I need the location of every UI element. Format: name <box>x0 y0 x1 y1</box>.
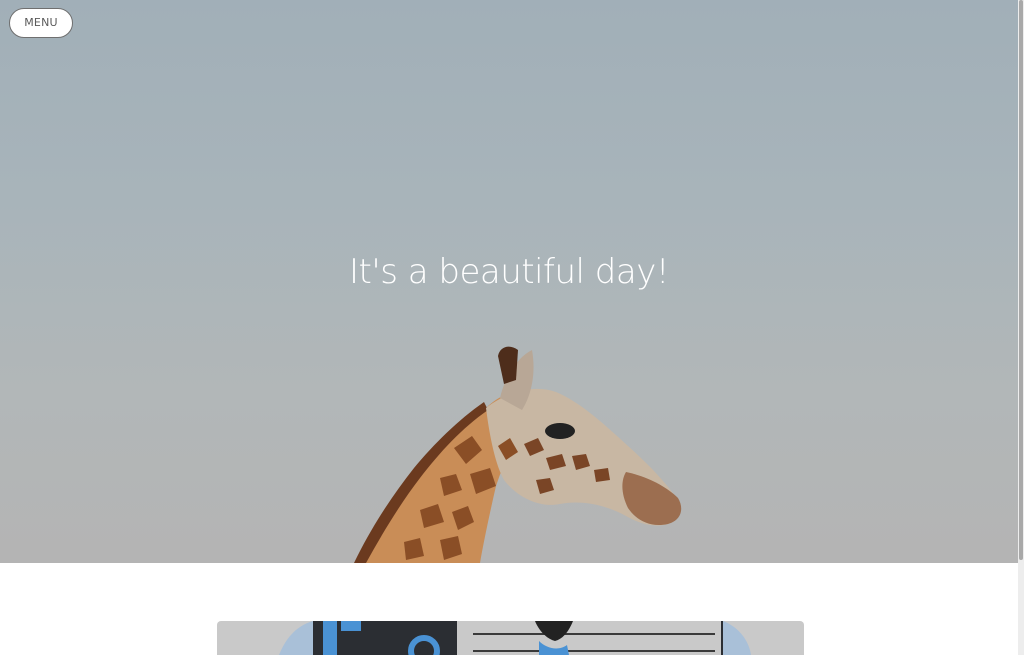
featured-card[interactable] <box>217 621 804 655</box>
scrollbar-thumb[interactable] <box>1019 0 1023 560</box>
page: MENU It's a beautiful day! <box>0 0 1024 655</box>
page-scrollbar[interactable] <box>1018 0 1024 655</box>
illustration-thumbnail <box>279 621 751 655</box>
hero-title: It's a beautiful day! <box>349 252 669 292</box>
hero-section: MENU It's a beautiful day! <box>0 0 1018 563</box>
menu-button[interactable]: MENU <box>9 8 73 38</box>
